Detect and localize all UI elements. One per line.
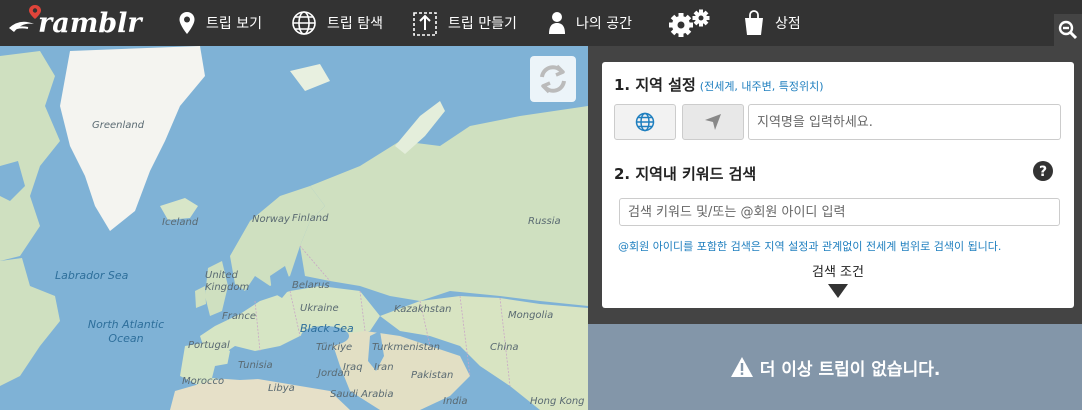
zoom-out-button[interactable] (1054, 14, 1082, 46)
world-map[interactable]: Greenland Iceland Norway Finland Russia … (0, 46, 588, 410)
upload-icon (412, 9, 438, 37)
search-card: 1. 지역 설정(전세계, 내주변, 특정위치) 2. 지역내 키워드 검색 ?… (602, 62, 1074, 308)
shopping-bag-icon (743, 10, 765, 36)
map-label: Greenland (92, 120, 145, 131)
user-icon (548, 11, 566, 35)
nav-item-store[interactable]: 상점 (743, 6, 801, 40)
worldwide-button[interactable] (614, 104, 676, 140)
map-label: Iceland (162, 217, 199, 228)
map-label: Russia (528, 216, 561, 227)
region-setting-hint: (전세계, 내주변, 특정위치) (699, 80, 824, 93)
map-label: Pakistan (411, 370, 454, 381)
map-label: Ukraine (300, 303, 339, 314)
nav-item-my-space[interactable]: 나의 공간 (548, 6, 632, 40)
map-land-shapes (0, 46, 588, 410)
nav-item-view-trips[interactable]: 트립 보기 (178, 6, 262, 40)
map-label: Iran (374, 362, 394, 373)
map-label: Turkmenistan (372, 342, 440, 353)
nav-label: 트립 보기 (206, 16, 262, 32)
map-label: Libya (268, 383, 295, 394)
map-label: Black Sea (300, 322, 354, 335)
zoom-out-icon (1058, 20, 1078, 40)
map-label: Belarus (292, 280, 330, 291)
near-me-button[interactable] (682, 104, 744, 140)
nav-label: 트립 탐색 (327, 16, 383, 32)
location-arrow-icon (705, 114, 721, 130)
brand-name: ramblr (38, 7, 142, 39)
map-label: Hong Kong (530, 396, 585, 407)
map-label: Kazakhstan (394, 304, 452, 315)
ramblr-logo[interactable]: ramblr (6, 5, 142, 40)
map-label: Finland (292, 213, 329, 224)
map-label: Saudi Arabia (330, 389, 394, 400)
triangle-down-icon[interactable] (828, 284, 848, 298)
map-label: Türkiye (316, 342, 353, 353)
gears-icon (667, 9, 713, 37)
refresh-map-button[interactable] (530, 56, 576, 102)
map-label: Tunisia (238, 360, 273, 371)
map-label: India (443, 396, 468, 407)
step1-title-text: 1. 지역 설정 (614, 76, 696, 94)
no-more-trips-banner: 더 이상 트립이 없습니다. (588, 324, 1082, 410)
keyword-input[interactable] (619, 198, 1060, 226)
globe-icon (291, 10, 317, 36)
top-navigation-bar: ramblr 트립 보기 트립 탐색 트립 만들기 나의 공간 상점 (0, 0, 1082, 46)
svg-text:?: ? (1039, 164, 1047, 180)
member-search-notice: @회원 아이디를 포함한 검색은 지역 설정과 관계없이 전세계 범위로 검색이… (618, 240, 1002, 253)
nav-item-settings[interactable] (667, 6, 723, 40)
nav-label: 트립 만들기 (448, 16, 517, 32)
nav-item-explore-trips[interactable]: 트립 탐색 (291, 6, 383, 40)
map-label: Portugal (188, 340, 230, 351)
region-setting-title: 1. 지역 설정 (전세계, 내주변, 특정위치) (614, 74, 824, 95)
map-label: Mongolia (508, 310, 554, 321)
nav-label: 상점 (775, 16, 801, 32)
logo-pin-icon (29, 5, 41, 19)
nav-item-create-trip[interactable]: 트립 만들기 (412, 6, 517, 40)
help-icon[interactable]: ? (1032, 160, 1054, 182)
search-panel: 1. 지역 설정(전세계, 내주변, 특정위치) 2. 지역내 키워드 검색 ?… (588, 46, 1082, 410)
globe-icon (635, 112, 655, 132)
refresh-icon (540, 64, 566, 94)
map-pin-icon (178, 11, 196, 35)
map-label: Norway (252, 214, 290, 225)
no-more-trips-text: 더 이상 트립이 없습니다. (759, 359, 941, 380)
keyword-search-title: 2. 지역내 키워드 검색 (614, 165, 757, 183)
warning-icon (730, 356, 754, 378)
region-input[interactable] (748, 104, 1061, 140)
map-label: Jordan (318, 368, 350, 379)
nav-label: 나의 공간 (576, 16, 632, 32)
search-conditions-toggle[interactable]: 검색 조건 (602, 261, 1074, 280)
map-label: Labrador Sea (55, 269, 129, 282)
map-label: United Kingdom (205, 270, 250, 293)
map-label: North Atlantic Ocean (87, 318, 165, 345)
map-label: China (490, 342, 519, 353)
map-label: France (222, 311, 256, 322)
map-label: Morocco (182, 376, 225, 387)
